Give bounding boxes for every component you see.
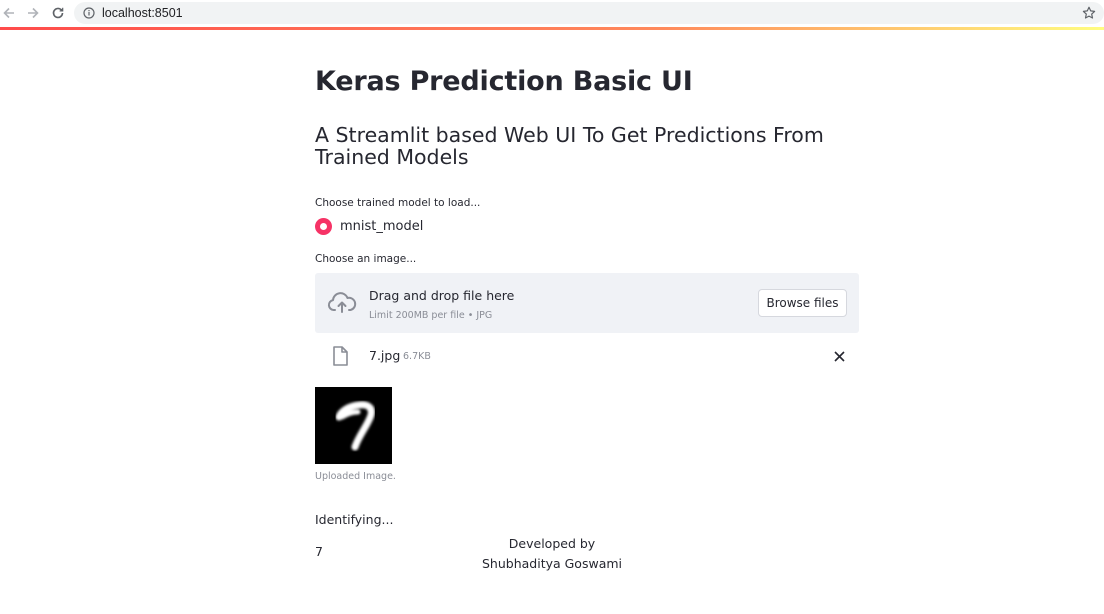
model-select-label: Choose trained model to load... — [315, 197, 481, 209]
file-name: 7.jpg — [369, 348, 401, 363]
status-text: Identifying... — [315, 512, 394, 527]
bookmark-star-icon[interactable] — [1082, 6, 1096, 20]
browser-toolbar: localhost:8501 — [0, 0, 1104, 27]
footer-line1: Developed by — [508, 536, 596, 551]
dropzone-instructions: Drag and drop file here — [369, 288, 515, 303]
footer-author: Shubhaditya Goswami — [481, 556, 622, 571]
footer: Developed by Shubhaditya Goswami — [0, 534, 1104, 574]
radio-selected-icon[interactable] — [315, 218, 332, 235]
file-icon — [332, 346, 348, 366]
cloud-upload-icon — [327, 291, 357, 315]
uploaded-image — [315, 387, 392, 464]
reload-icon[interactable] — [49, 4, 67, 22]
header-decoration-bar — [0, 27, 1104, 30]
forward-arrow-icon[interactable] — [24, 4, 42, 22]
page-subtitle: A Streamlit based Web UI To Get Predicti… — [315, 123, 824, 169]
image-caption: Uploaded Image. — [315, 471, 396, 482]
file-size: 6.7KB — [403, 351, 431, 362]
browse-files-button[interactable]: Browse files — [758, 289, 847, 317]
dropzone-limit: Limit 200MB per file • JPG — [369, 310, 493, 321]
remove-file-close-icon[interactable] — [830, 347, 848, 365]
radio-option-label[interactable]: mnist_model — [340, 219, 423, 234]
back-arrow-icon[interactable] — [0, 4, 18, 22]
uploader-label: Choose an image... — [315, 253, 417, 265]
address-bar[interactable]: localhost:8501 — [74, 2, 1104, 24]
model-radio-option[interactable]: mnist_model — [315, 218, 423, 235]
info-icon[interactable] — [83, 7, 95, 19]
file-dropzone[interactable]: Drag and drop file here Limit 200MB per … — [315, 273, 859, 333]
url-text: localhost:8501 — [102, 6, 183, 20]
page-title: Keras Prediction Basic UI — [315, 66, 693, 97]
uploaded-file-row: 7.jpg 6.7KB — [315, 343, 859, 369]
